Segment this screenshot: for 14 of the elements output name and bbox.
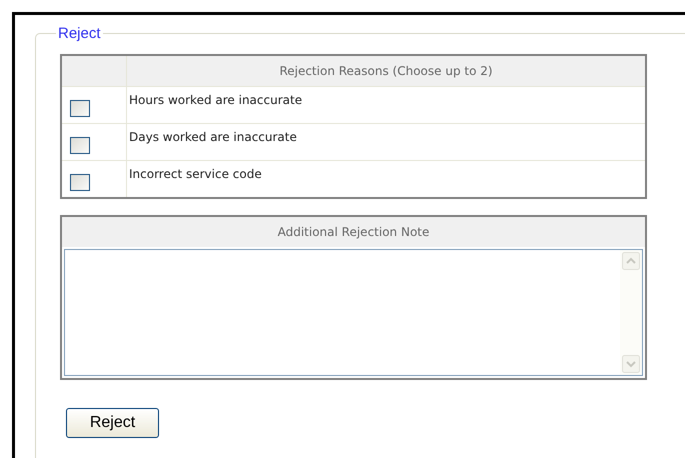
column-header: Rejection Reasons (Choose up to 2) bbox=[126, 55, 646, 86]
reason-label: Hours worked are inaccurate bbox=[126, 86, 646, 124]
reject-button[interactable]: Reject bbox=[66, 408, 159, 438]
scroll-up-icon[interactable] bbox=[622, 252, 640, 270]
checkbox[interactable] bbox=[70, 100, 90, 117]
scrollbar[interactable] bbox=[620, 250, 642, 375]
scroll-down-icon[interactable] bbox=[622, 355, 640, 373]
column-header: Additional Rejection Note bbox=[61, 216, 646, 247]
checkbox[interactable] bbox=[70, 137, 90, 154]
note-textarea[interactable] bbox=[64, 249, 643, 376]
reason-label: Incorrect service code bbox=[126, 160, 646, 198]
checkbox[interactable] bbox=[70, 174, 90, 191]
reason-label: Days worked are inaccurate bbox=[126, 124, 646, 160]
fieldset-legend: Reject bbox=[56, 25, 103, 42]
